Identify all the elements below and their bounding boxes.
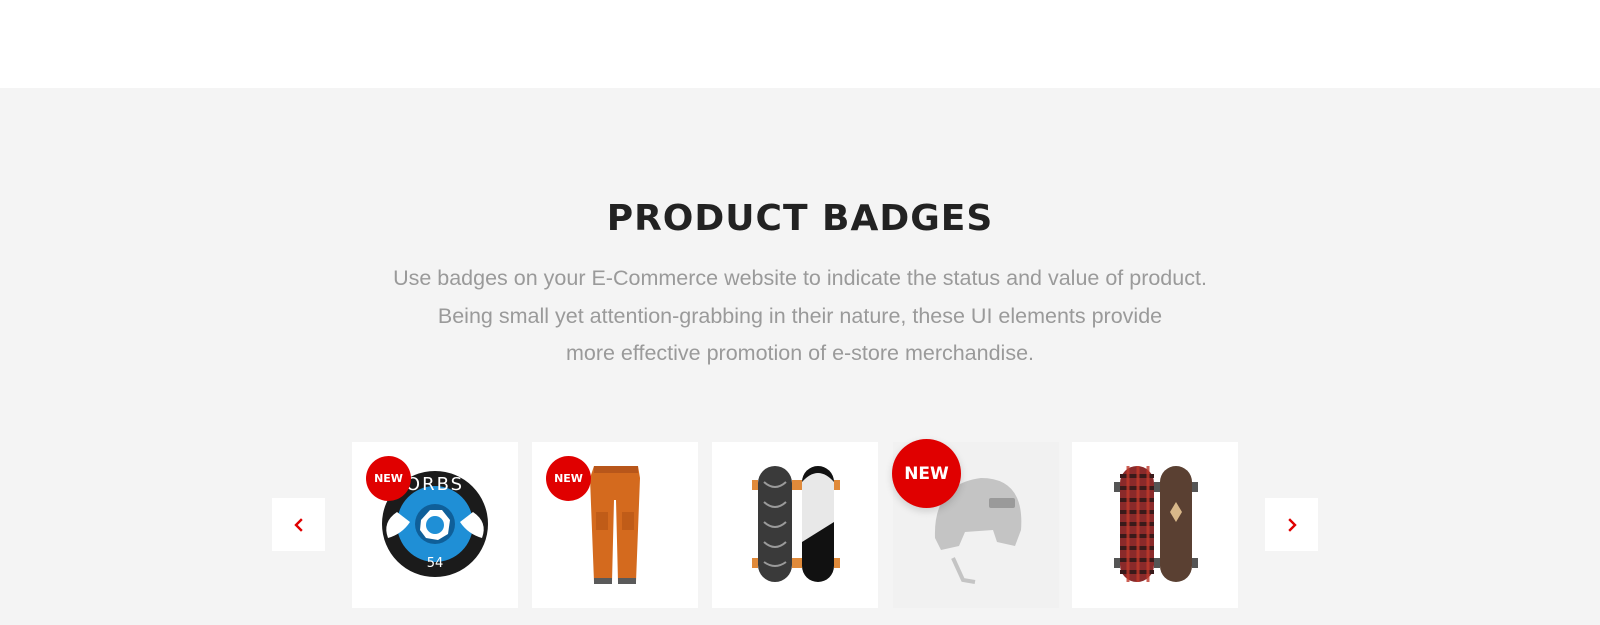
product-card-helmet[interactable]: NEW <box>892 439 1059 608</box>
section-title: PRODUCT BADGES <box>606 198 994 239</box>
product-card-pants[interactable]: NEW <box>532 442 698 608</box>
description-line-3: more effective promotion of e-store merc… <box>565 341 1035 365</box>
new-badge: NEW <box>546 456 591 501</box>
product-card-longboards[interactable] <box>1072 442 1238 608</box>
longboards-image <box>1114 466 1198 582</box>
chevron-left-icon <box>293 517 303 532</box>
carousel-next-button[interactable] <box>1265 498 1318 551</box>
product-card-skateboards[interactable] <box>712 442 878 608</box>
top-strip <box>0 0 1600 88</box>
product-card-wheel[interactable]: ORBS 54 NEW <box>352 442 518 608</box>
svg-text:54: 54 <box>427 556 444 571</box>
new-badge: NEW <box>892 439 961 508</box>
cruiser-skateboards-image <box>752 466 840 582</box>
carousel-prev-button[interactable] <box>272 498 325 551</box>
chevron-right-icon <box>1287 517 1297 532</box>
svg-text:ORBS: ORBS <box>406 474 464 495</box>
section-description: Use badges on your E-Commerce website to… <box>350 260 1250 373</box>
new-badge: NEW <box>366 456 411 501</box>
description-line-2: Being small yet attention-grabbing in th… <box>437 303 1163 328</box>
product-badges-section: PRODUCT BADGES Use badges on your E-Comm… <box>0 88 1600 625</box>
description-line-1: Use badges on your E-Commerce website to… <box>393 266 1207 290</box>
